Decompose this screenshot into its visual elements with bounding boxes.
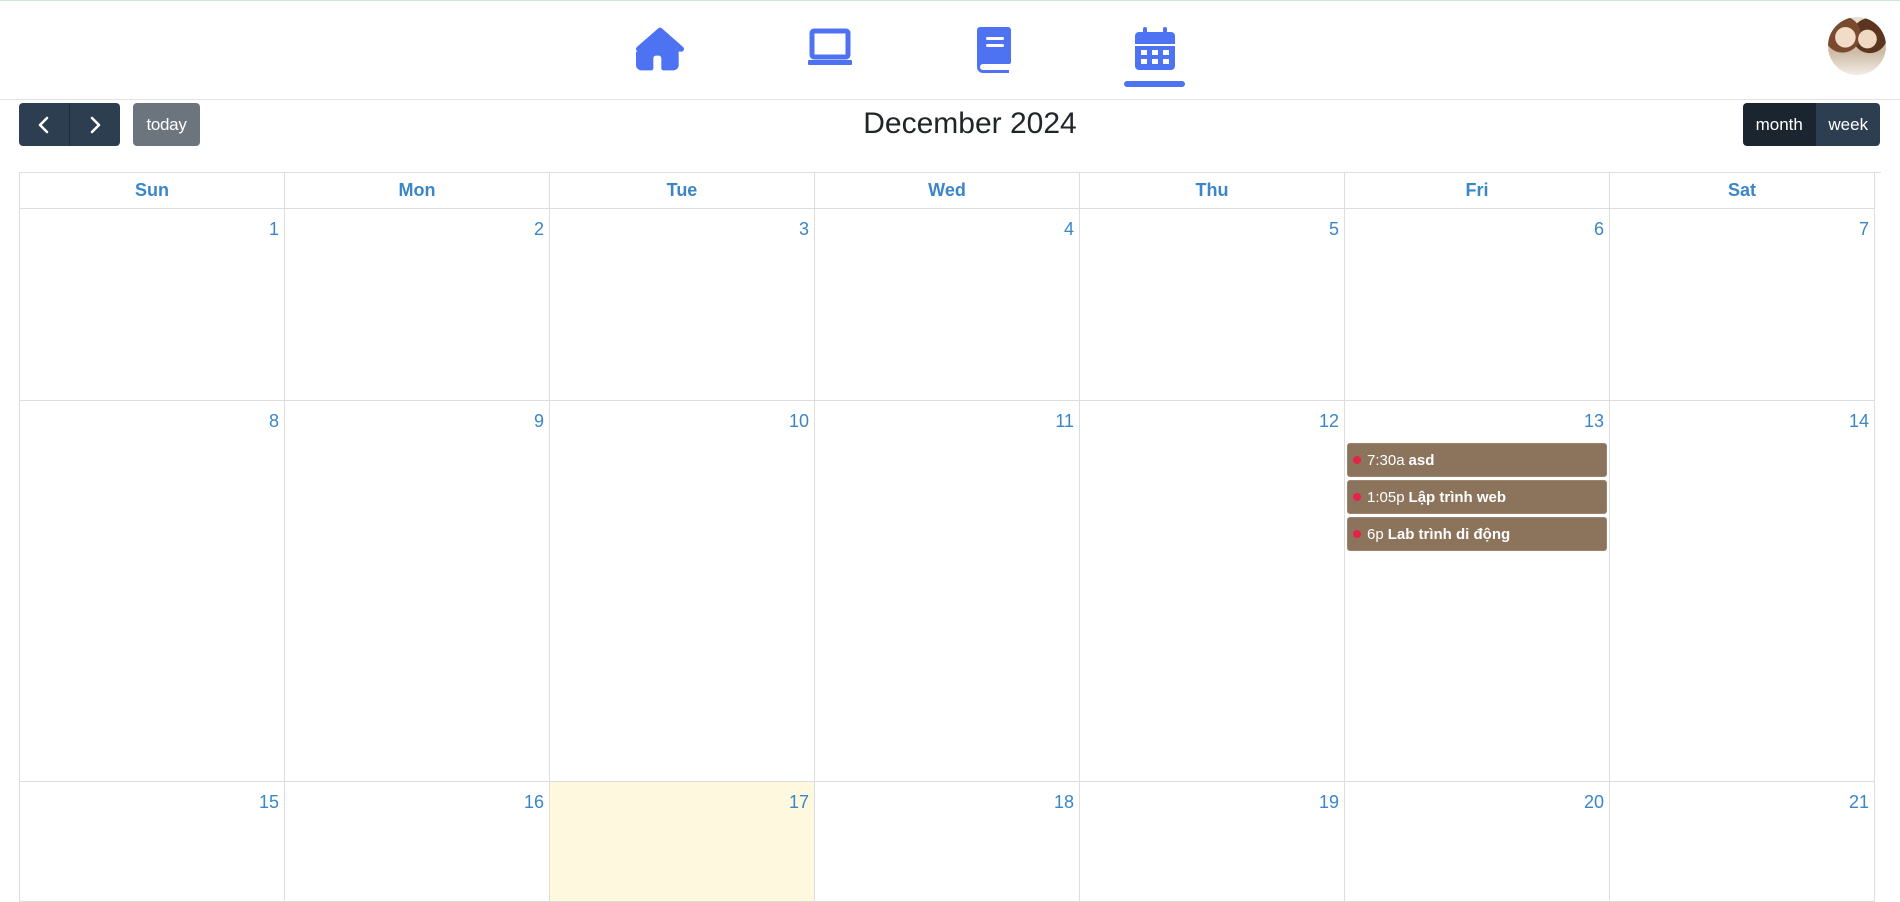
event-time: 7:30a <box>1367 451 1405 469</box>
day-number[interactable]: 7 <box>1859 219 1869 240</box>
day-number[interactable]: 14 <box>1849 411 1869 432</box>
weekday-header-cell: Thu <box>1080 173 1345 209</box>
weekday-header-cell: Sat <box>1610 173 1875 209</box>
day-number[interactable]: 21 <box>1849 792 1869 813</box>
day-cell[interactable]: 12 <box>1080 401 1345 782</box>
day-cell[interactable]: 21 <box>1610 782 1875 902</box>
calendar-icon[interactable] <box>1129 25 1181 77</box>
event-title: Lab trình di động <box>1387 525 1511 543</box>
day-number[interactable]: 4 <box>1064 219 1074 240</box>
day-cell[interactable]: 5 <box>1080 209 1345 401</box>
day-cell[interactable]: 1 <box>20 209 285 401</box>
day-number[interactable]: 5 <box>1329 219 1339 240</box>
day-number[interactable]: 13 <box>1584 411 1604 432</box>
day-cell[interactable]: 16 <box>285 782 550 902</box>
day-number[interactable]: 16 <box>524 792 544 813</box>
chevron-right-icon <box>90 116 101 133</box>
day-cell[interactable]: 6 <box>1345 209 1610 401</box>
view-switcher: month week <box>1743 103 1880 146</box>
day-number[interactable]: 11 <box>1055 411 1074 432</box>
calendar-title: December 2024 <box>863 107 1077 140</box>
day-cell[interactable]: 3 <box>550 209 815 401</box>
event-dot <box>1353 493 1361 501</box>
home-icon[interactable] <box>634 25 686 77</box>
day-number[interactable]: 2 <box>534 219 544 240</box>
month-view-button[interactable]: month <box>1743 103 1816 146</box>
week-row: 8 9 10 11 12 13 7:30a asd 1:05p Lập trìn… <box>20 401 1881 782</box>
day-cell[interactable]: 4 <box>815 209 1080 401</box>
weekday-header-cell: Fri <box>1345 173 1610 209</box>
day-number[interactable]: 18 <box>1054 792 1074 813</box>
day-cell[interactable]: 19 <box>1080 782 1345 902</box>
day-cell[interactable]: 18 <box>815 782 1080 902</box>
next-button[interactable] <box>70 103 120 146</box>
event-title: Lập trình web <box>1408 488 1507 506</box>
week-view-button[interactable]: week <box>1815 103 1880 146</box>
day-cell[interactable]: 10 <box>550 401 815 782</box>
day-cell[interactable]: 14 <box>1610 401 1875 782</box>
day-cell[interactable]: 7 <box>1610 209 1875 401</box>
day-number[interactable]: 8 <box>269 411 279 432</box>
event-dot <box>1353 530 1361 538</box>
day-number[interactable]: 17 <box>789 792 809 813</box>
day-number[interactable]: 10 <box>789 411 809 432</box>
day-number[interactable]: 19 <box>1319 792 1339 813</box>
day-cell-today[interactable]: 17 <box>550 782 815 902</box>
day-cell[interactable]: 11 <box>815 401 1080 782</box>
calendar-event[interactable]: 1:05p Lập trình web <box>1347 480 1607 514</box>
weekday-header: Sun Mon Tue Wed Thu Fri Sat <box>20 173 1881 209</box>
prev-next-group <box>19 103 120 146</box>
calendar-toolbar: today December 2024 month week <box>0 100 1900 150</box>
event-list: 7:30a asd 1:05p Lập trình web 6p Lab trì… <box>1347 443 1607 554</box>
prev-button[interactable] <box>19 103 70 146</box>
day-cell[interactable]: 9 <box>285 401 550 782</box>
day-number[interactable]: 15 <box>259 792 279 813</box>
weekday-header-cell: Tue <box>550 173 815 209</box>
week-row: 1 2 3 4 5 6 7 <box>20 209 1881 401</box>
weekday-header-cell: Wed <box>815 173 1080 209</box>
today-button[interactable]: today <box>133 103 200 146</box>
day-number[interactable]: 6 <box>1594 219 1604 240</box>
user-avatar[interactable] <box>1828 17 1886 75</box>
day-cell[interactable]: 2 <box>285 209 550 401</box>
month-grid: Sun Mon Tue Wed Thu Fri Sat 1 2 3 4 5 6 … <box>19 172 1881 902</box>
event-time: 1:05p <box>1367 488 1405 506</box>
day-number[interactable]: 3 <box>799 219 809 240</box>
day-cell[interactable]: 13 7:30a asd 1:05p Lập trình web 6p Lab … <box>1345 401 1610 782</box>
weekday-header-cell: Sun <box>20 173 285 209</box>
day-cell[interactable]: 15 <box>20 782 285 902</box>
day-number[interactable]: 20 <box>1584 792 1604 813</box>
event-time: 6p <box>1367 525 1384 543</box>
week-row: 15 16 17 18 19 20 21 <box>20 782 1881 902</box>
laptop-icon[interactable] <box>804 25 856 77</box>
calendar-event[interactable]: 7:30a asd <box>1347 443 1607 477</box>
day-number[interactable]: 9 <box>534 411 544 432</box>
day-cell[interactable]: 20 <box>1345 782 1610 902</box>
day-number[interactable]: 1 <box>269 219 279 240</box>
top-navbar <box>0 1 1900 100</box>
day-cell[interactable]: 8 <box>20 401 285 782</box>
day-number[interactable]: 12 <box>1319 411 1339 432</box>
weekday-header-cell: Mon <box>285 173 550 209</box>
chevron-left-icon <box>38 116 49 133</box>
active-nav-indicator <box>1124 81 1185 87</box>
event-dot <box>1353 456 1361 464</box>
event-title: asd <box>1408 451 1435 469</box>
calendar-event[interactable]: 6p Lab trình di động <box>1347 517 1607 551</box>
book-icon[interactable] <box>968 25 1020 77</box>
